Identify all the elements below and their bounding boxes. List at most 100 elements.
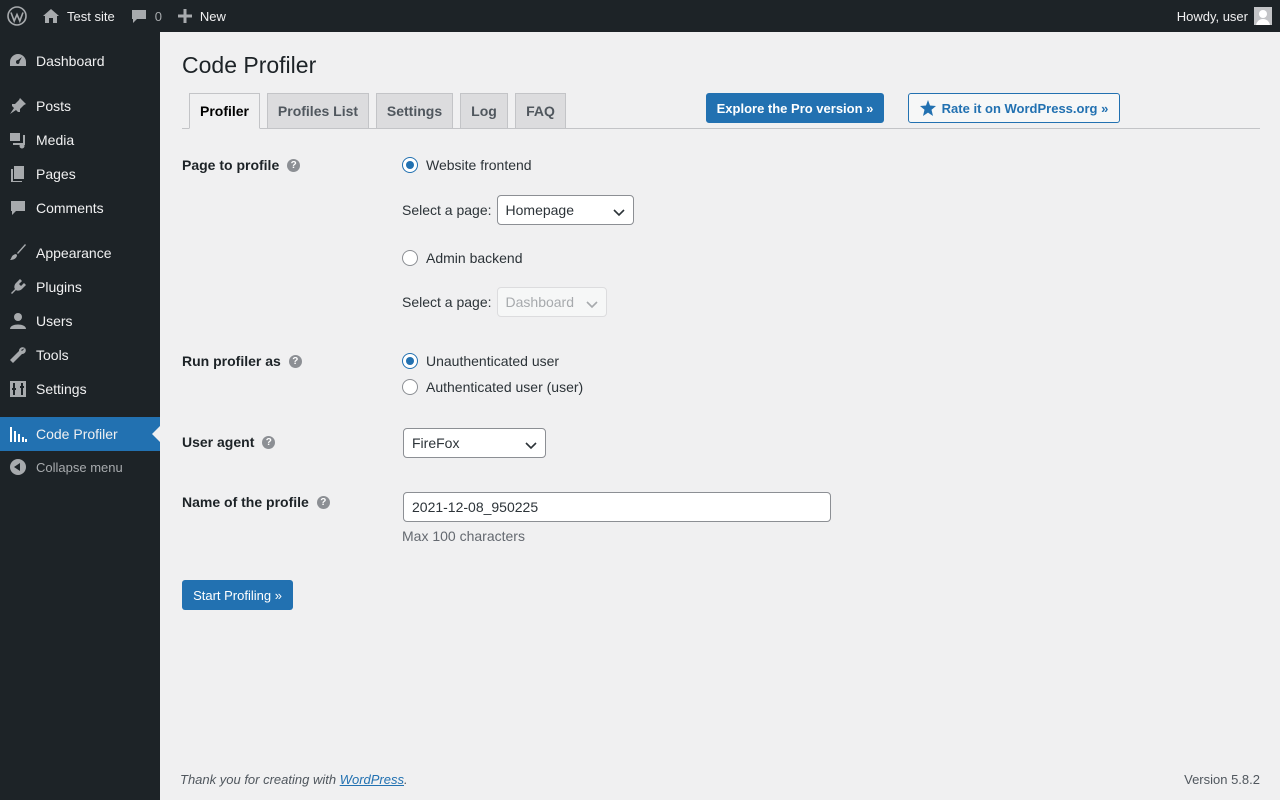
chart-icon [0, 425, 36, 443]
start-profiling-button[interactable]: Start Profiling » [182, 580, 293, 610]
radio-admin-backend[interactable]: Admin backend [402, 250, 523, 266]
sidebar-item-label: Settings [36, 381, 87, 397]
sidebar-item-posts[interactable]: Posts [0, 89, 160, 123]
plus-icon [177, 9, 192, 23]
radio-label: Unauthenticated user [426, 353, 560, 369]
chevron-down-icon [585, 297, 598, 313]
radio-unauthenticated-user[interactable]: Unauthenticated user [402, 353, 559, 369]
field-label: Name of the profile [182, 494, 309, 510]
collapse-icon [10, 459, 26, 475]
user-icon [0, 312, 36, 330]
field-label: Run profiler as [182, 353, 281, 369]
sidebar-item-label: Media [36, 132, 75, 148]
main-content: Code Profiler Profiler Profiles List Set… [160, 32, 1280, 800]
help-icon[interactable]: ? [262, 435, 276, 449]
sidebar-item-settings[interactable]: Settings [0, 372, 160, 406]
chevron-down-icon [525, 438, 537, 454]
comment-icon [0, 199, 36, 217]
profile-name-input[interactable]: 2021-12-08_950225 [403, 492, 831, 522]
help-icon[interactable]: ? [288, 354, 302, 368]
sidebar-item-label: Plugins [36, 279, 82, 295]
help-icon[interactable]: ? [316, 495, 330, 509]
pages-icon [0, 165, 36, 183]
radio-authenticated-user[interactable]: Authenticated user (user) [402, 379, 583, 395]
sidebar-item-dashboard[interactable]: Dashboard [0, 44, 160, 78]
field-label: Page to profile [182, 157, 280, 173]
avatar [1254, 7, 1272, 25]
radio-button[interactable] [402, 157, 418, 173]
sidebar-item-comments[interactable]: Comments [0, 191, 160, 225]
sidebar-item-label: Pages [36, 166, 76, 182]
rate-button-label: Rate it on WordPress.org » [941, 100, 1109, 116]
collapse-label: Collapse menu [36, 459, 123, 475]
page-title: Code Profiler [182, 52, 317, 78]
radio-label: Authenticated user (user) [426, 379, 584, 395]
tab-profiles-list[interactable]: Profiles List [267, 93, 369, 129]
comment-bubble-icon [131, 8, 147, 24]
sidebar-item-appearance[interactable]: Appearance [0, 236, 160, 270]
sidebar-item-label: Users [36, 313, 73, 329]
page-to-profile-label: Page to profile ? [182, 157, 301, 173]
radio-button[interactable] [402, 379, 418, 395]
account-menu[interactable]: Howdy, user [1169, 0, 1280, 32]
user-agent-select-row: FireFox [403, 428, 546, 458]
tab-settings[interactable]: Settings [376, 93, 453, 129]
sidebar-item-label: Code Profiler [36, 426, 118, 442]
select-value: Homepage [505, 202, 575, 218]
rate-button[interactable]: Rate it on WordPress.org » [908, 93, 1120, 123]
explore-pro-button[interactable]: Explore the Pro version » [706, 93, 884, 123]
admin-sidebar: Dashboard Posts Media Pages Comments App… [0, 32, 160, 800]
select-label: Select a page: [402, 294, 492, 310]
footer-thanks-suffix: . [404, 772, 408, 787]
sidebar-item-label: Appearance [36, 245, 112, 261]
wordpress-logo-icon[interactable] [0, 0, 34, 32]
sidebar-item-users[interactable]: Users [0, 304, 160, 338]
backend-page-select: Dashboard [496, 287, 607, 317]
comments-link[interactable]: 0 [123, 0, 170, 32]
user-agent-label: User agent ? [182, 434, 276, 450]
backend-page-select-row: Select a page: Dashboard [402, 287, 607, 317]
collapse-icon-wrap [0, 459, 36, 475]
radio-button[interactable] [402, 353, 418, 369]
new-label: New [199, 8, 226, 24]
sidebar-item-pages[interactable]: Pages [0, 157, 160, 191]
new-content-link[interactable]: New [170, 0, 234, 32]
tab-profiler[interactable]: Profiler [189, 93, 260, 129]
frontend-page-select-row: Select a page: Homepage [402, 195, 634, 225]
input-value: 2021-12-08_950225 [412, 499, 539, 515]
collapse-menu-button[interactable]: Collapse menu [0, 450, 160, 484]
sidebar-item-tools[interactable]: Tools [0, 338, 160, 372]
pin-icon [0, 97, 36, 115]
settings-icon [0, 380, 36, 398]
sidebar-item-label: Dashboard [36, 53, 105, 69]
tab-log[interactable]: Log [460, 93, 508, 129]
media-icon [0, 131, 36, 149]
footer-thanks-prefix: Thank you for creating with [180, 772, 340, 787]
sidebar-item-label: Tools [36, 347, 69, 363]
radio-label: Website frontend [426, 157, 532, 173]
user-agent-select[interactable]: FireFox [403, 428, 546, 458]
version-text: Version 5.8.2 [1184, 772, 1260, 787]
radio-button[interactable] [402, 250, 418, 266]
brush-icon [0, 244, 36, 262]
frontend-page-select[interactable]: Homepage [496, 195, 634, 225]
wordpress-link[interactable]: WordPress [340, 772, 404, 787]
star-icon [919, 100, 936, 116]
select-value: FireFox [412, 435, 460, 451]
footer-thanks: Thank you for creating with WordPress. [180, 772, 408, 787]
sidebar-item-plugins[interactable]: Plugins [0, 270, 160, 304]
help-icon[interactable]: ? [287, 158, 301, 172]
wrench-icon [0, 346, 36, 364]
home-icon [42, 8, 60, 24]
sidebar-item-media[interactable]: Media [0, 123, 160, 157]
sidebar-item-label: Comments [36, 200, 104, 216]
tab-faq[interactable]: FAQ [515, 93, 566, 129]
field-label: User agent [182, 434, 255, 450]
site-name: Test site [67, 8, 115, 24]
sidebar-item-code-profiler[interactable]: Code Profiler [0, 417, 160, 451]
admin-bar: Test site 0 New Howdy, user [0, 0, 1280, 32]
sidebar-item-label: Posts [36, 98, 72, 114]
site-name-link[interactable]: Test site [34, 0, 123, 32]
comments-count: 0 [154, 8, 162, 24]
radio-website-frontend[interactable]: Website frontend [402, 157, 532, 173]
